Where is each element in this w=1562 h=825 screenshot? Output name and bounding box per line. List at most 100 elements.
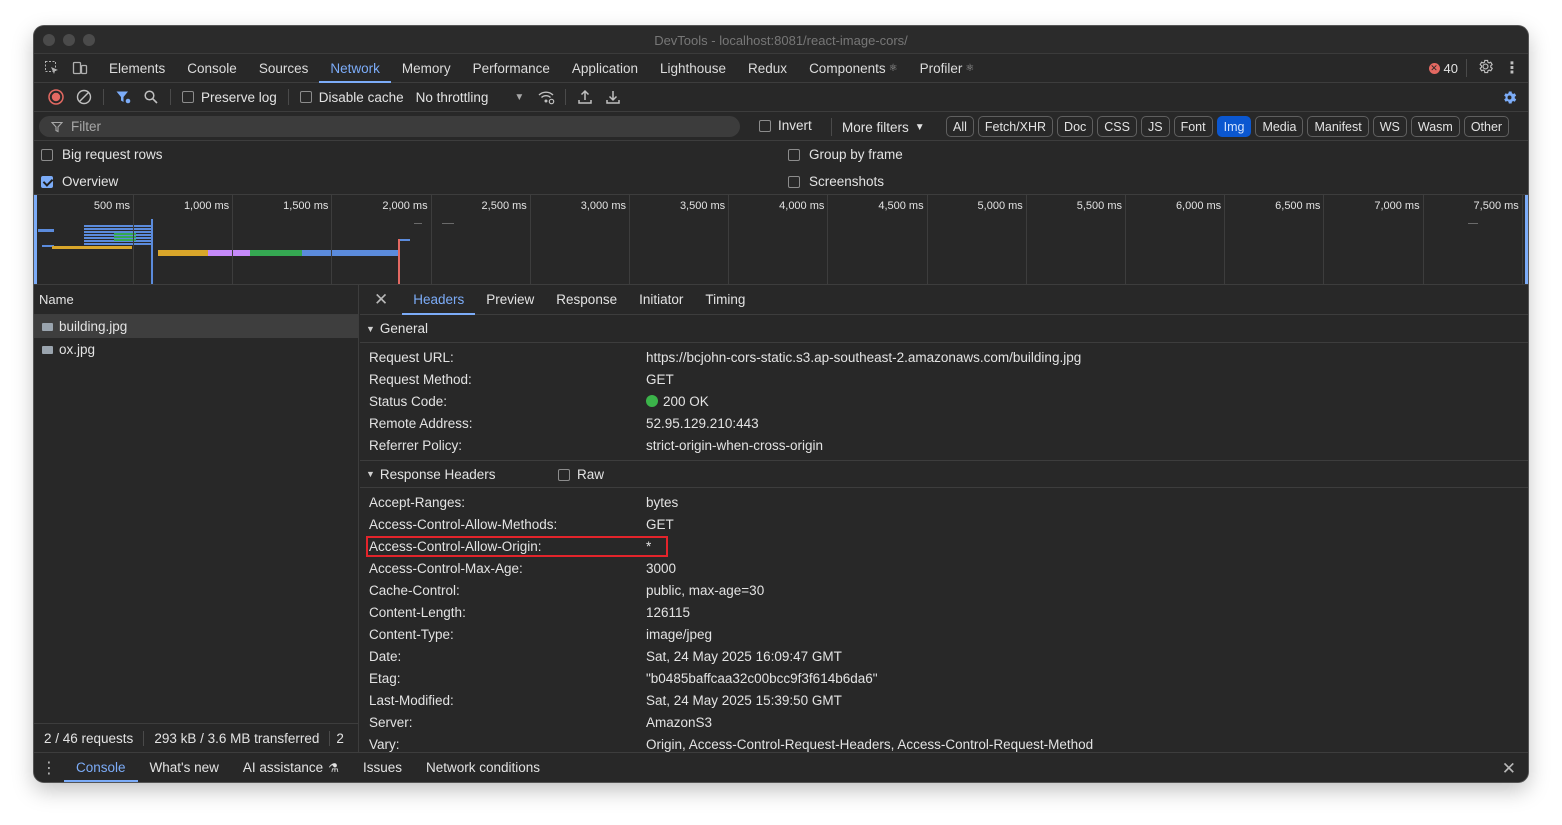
error-count-badge[interactable]: ✕ 40 bbox=[1428, 59, 1467, 77]
drawer-tab-label: Console bbox=[76, 760, 126, 775]
checkbox-box[interactable] bbox=[759, 119, 771, 132]
preserve-log-checkbox[interactable]: Preserve log bbox=[182, 90, 277, 105]
drawer-tab-console[interactable]: Console bbox=[64, 753, 138, 782]
import-har-icon[interactable] bbox=[571, 83, 599, 111]
details-tab-response[interactable]: Response bbox=[545, 285, 628, 314]
checkbox-box[interactable] bbox=[182, 91, 194, 103]
tab-profiler[interactable]: Profiler ⚛ bbox=[909, 54, 986, 82]
drawer-menu-icon[interactable]: ⋮ bbox=[34, 758, 64, 778]
response-headers-title: Response Headers bbox=[379, 466, 496, 482]
header-value-text: Origin, Access-Control-Request-Headers, … bbox=[646, 736, 1094, 752]
network-settings-gear-icon[interactable] bbox=[1501, 89, 1518, 109]
overview-gridline bbox=[1323, 195, 1325, 284]
tab-memory[interactable]: Memory bbox=[391, 54, 462, 82]
settings-gear-icon[interactable] bbox=[1477, 58, 1494, 78]
close-details-icon[interactable]: ✕ bbox=[374, 290, 388, 310]
header-name: Access-Control-Allow-Origin: bbox=[369, 538, 542, 554]
checkbox-box[interactable] bbox=[788, 175, 800, 188]
drawer-tab-what-s-new[interactable]: What's new bbox=[138, 753, 231, 782]
details-tab-preview[interactable]: Preview bbox=[475, 285, 545, 314]
checkbox-box[interactable] bbox=[558, 468, 570, 481]
general-section: Request URL: https://bcjohn-cors-static.s… bbox=[360, 343, 1528, 460]
filter-type-css[interactable]: CSS bbox=[1097, 116, 1137, 137]
request-row[interactable]: ox.jpg bbox=[34, 338, 358, 361]
inspect-element-icon[interactable] bbox=[38, 54, 66, 82]
overview-tick-label: 1,000 ms bbox=[183, 200, 230, 212]
filter-type-doc[interactable]: Doc bbox=[1057, 116, 1094, 137]
header-value-text: image/jpeg bbox=[646, 626, 713, 642]
details-tab-initiator[interactable]: Initiator bbox=[628, 285, 694, 314]
drawer-tab-ai-assistance[interactable]: AI assistance ⚗ bbox=[231, 753, 351, 782]
drawer-tab-network-conditions[interactable]: Network conditions bbox=[414, 753, 552, 782]
filter-type-ws[interactable]: WS bbox=[1372, 116, 1407, 137]
tab-lighthouse[interactable]: Lighthouse bbox=[649, 54, 737, 82]
tab-elements[interactable]: Elements bbox=[98, 54, 176, 82]
screenshots-checkbox[interactable]: Screenshots bbox=[788, 174, 884, 189]
overview-bar bbox=[442, 223, 454, 224]
header-value: 3000 bbox=[646, 561, 676, 576]
checkbox-box[interactable] bbox=[788, 148, 800, 161]
filter-type-other[interactable]: Other bbox=[1463, 116, 1510, 137]
checkbox-box[interactable] bbox=[41, 175, 53, 188]
header-value-text: https://bcjohn-cors-static.s3.ap-southea… bbox=[646, 349, 1082, 365]
tab-performance[interactable]: Performance bbox=[462, 54, 561, 82]
filter-icon[interactable] bbox=[109, 83, 137, 111]
export-har-icon[interactable] bbox=[599, 83, 627, 111]
overview-checkbox[interactable]: Overview bbox=[41, 174, 118, 189]
overview-bar bbox=[302, 250, 398, 256]
header-value: 52.95.129.210:443 bbox=[646, 416, 759, 431]
device-toolbar-icon[interactable] bbox=[66, 54, 94, 82]
stop-recording-icon[interactable] bbox=[42, 83, 70, 111]
filter-input[interactable]: Filter bbox=[39, 116, 740, 137]
filter-type-img[interactable]: Img bbox=[1216, 116, 1252, 137]
network-overview-timeline[interactable]: 500 ms 1,000 ms 1,500 ms 2,000 ms 2,500 ms 3,… bbox=[34, 195, 1528, 285]
tab-label: Performance bbox=[472, 60, 550, 76]
tab-application[interactable]: Application bbox=[561, 54, 649, 82]
header-name: Server: bbox=[369, 714, 413, 730]
network-conditions-icon[interactable] bbox=[532, 83, 560, 111]
tab-components[interactable]: Components ⚛ bbox=[798, 54, 909, 82]
overview-window-handle-left[interactable] bbox=[34, 195, 37, 284]
header-value-text: bytes bbox=[646, 494, 679, 510]
filter-type-fetchxhr[interactable]: Fetch/XHR bbox=[977, 116, 1054, 137]
response-headers-section-header[interactable]: ▼ Response Headers Raw bbox=[360, 460, 1528, 488]
more-filters-dropdown[interactable]: More filters ▼ bbox=[831, 118, 925, 136]
details-tab-timing[interactable]: Timing bbox=[694, 285, 756, 314]
search-icon[interactable] bbox=[137, 83, 165, 111]
overview-tick-label: 2,500 ms bbox=[481, 200, 527, 212]
checkbox-box[interactable] bbox=[41, 148, 53, 161]
filter-type-js[interactable]: JS bbox=[1140, 116, 1170, 137]
tab-sources[interactable]: Sources bbox=[248, 54, 320, 82]
name-column-header[interactable]: Name bbox=[34, 285, 358, 315]
drawer-tab-issues[interactable]: Issues bbox=[351, 753, 414, 782]
details-tab-headers[interactable]: Headers bbox=[402, 285, 476, 315]
throttling-select[interactable]: No throttling ▼ bbox=[416, 90, 525, 105]
main-toolbar-right: ✕ 40 ⋮ bbox=[1428, 54, 1520, 82]
tab-network[interactable]: Network bbox=[319, 54, 391, 83]
invert-checkbox[interactable]: Invert bbox=[759, 118, 812, 133]
filter-type-font[interactable]: Font bbox=[1173, 116, 1213, 137]
close-drawer-icon[interactable]: ✕ bbox=[1502, 759, 1516, 779]
group-by-frame-checkbox[interactable]: Group by frame bbox=[788, 147, 903, 162]
tab-redux[interactable]: Redux bbox=[737, 54, 798, 82]
header-value: GET bbox=[646, 372, 674, 387]
filter-type-media[interactable]: Media bbox=[1255, 116, 1304, 137]
raw-headers-checkbox[interactable]: Raw bbox=[558, 467, 604, 482]
disable-cache-checkbox[interactable]: Disable cache bbox=[299, 90, 404, 105]
overview-window-handle-right[interactable] bbox=[1525, 195, 1528, 284]
big-request-rows-checkbox[interactable]: Big request rows bbox=[41, 147, 163, 162]
tab-console[interactable]: Console bbox=[176, 54, 248, 82]
more-options-icon[interactable]: ⋮ bbox=[1504, 58, 1520, 78]
clear-icon[interactable] bbox=[70, 83, 98, 111]
filter-placeholder: Filter bbox=[71, 119, 101, 134]
request-row[interactable]: building.jpg bbox=[34, 315, 358, 338]
filter-bar: Filter Invert More filters ▼ All Fetch/XH… bbox=[34, 112, 1528, 141]
network-split-view: Name building.jpg ox.jpg 2 / 46 requests … bbox=[34, 285, 1528, 752]
filter-type-wasm[interactable]: Wasm bbox=[1410, 116, 1460, 137]
checkbox-box[interactable] bbox=[299, 91, 312, 103]
group-by-frame-label: Group by frame bbox=[809, 147, 903, 162]
general-section-header[interactable]: ▼ General bbox=[360, 315, 1528, 343]
filter-type-all[interactable]: All bbox=[946, 116, 974, 137]
filter-type-manifest[interactable]: Manifest bbox=[1307, 116, 1369, 137]
screenshots-label: Screenshots bbox=[809, 174, 885, 189]
